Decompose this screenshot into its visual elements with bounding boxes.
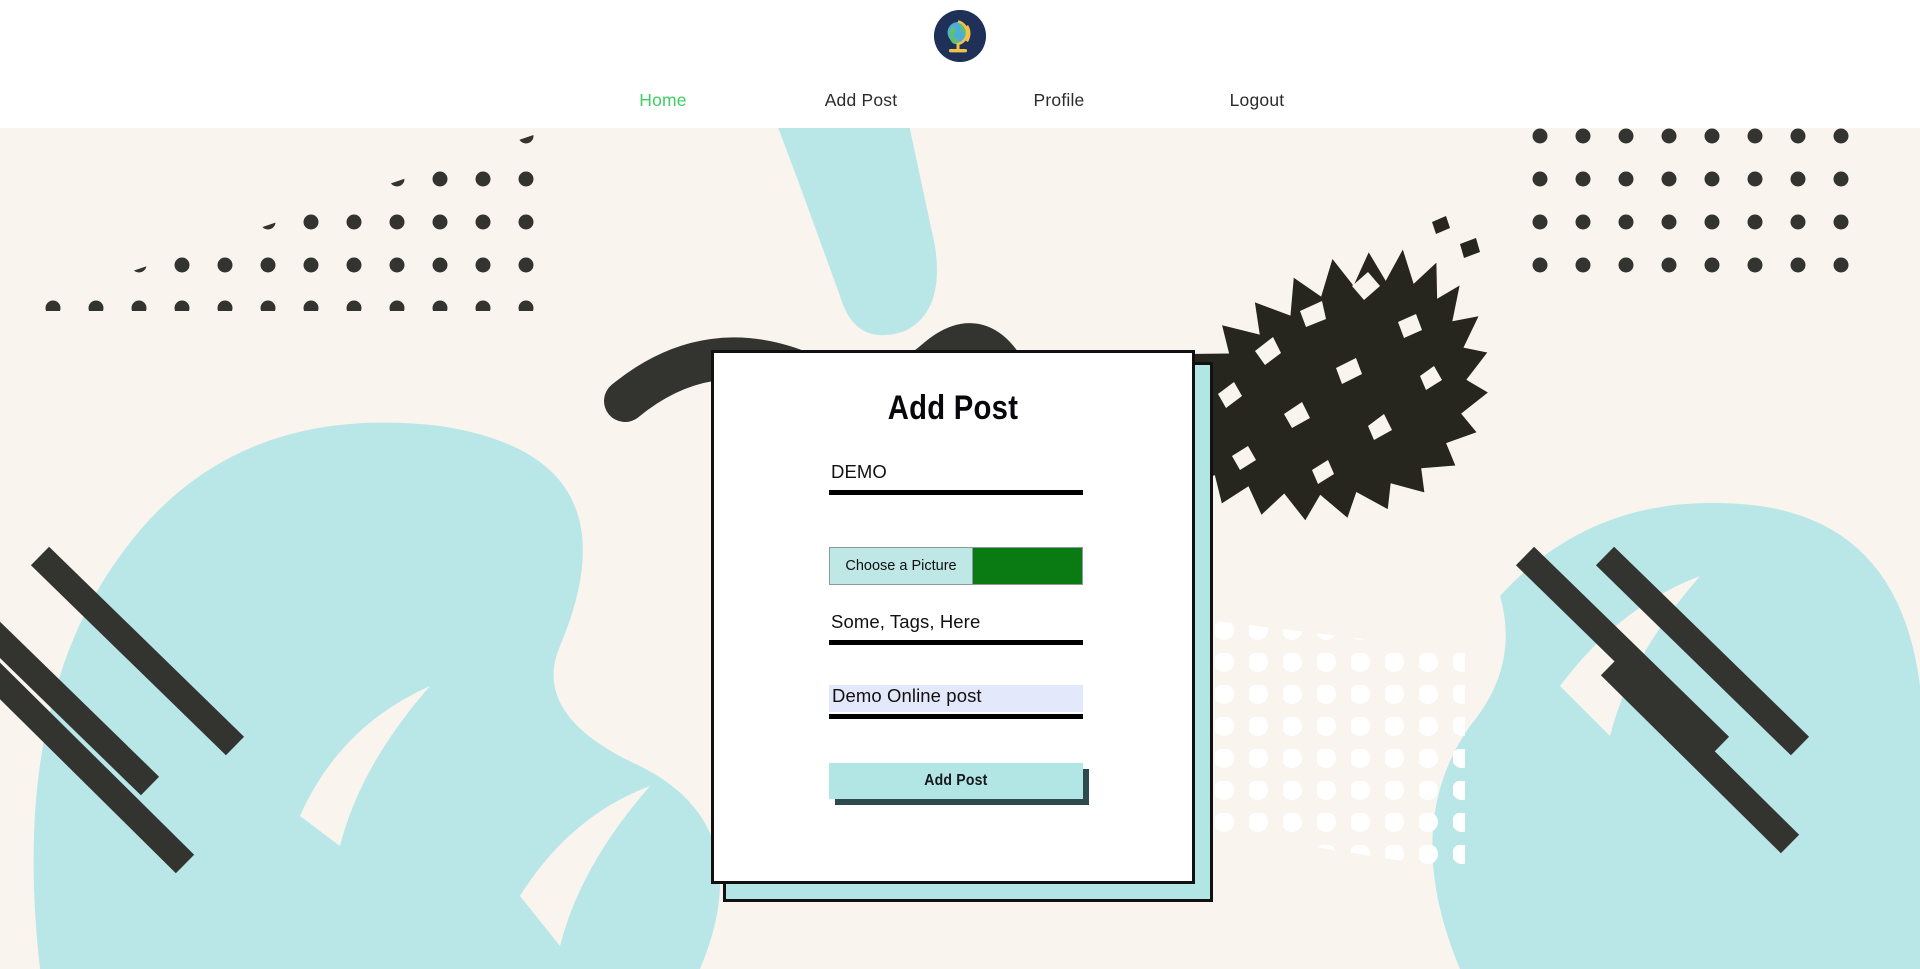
nav-link-add-post[interactable]: Add Post	[762, 90, 960, 111]
page-title: Add Post	[887, 389, 1019, 427]
page-root: Home Add Post Profile Logout Add Post Ch…	[0, 0, 1920, 969]
file-progress-fill	[973, 548, 1082, 584]
nav-link-logout[interactable]: Logout	[1158, 90, 1356, 111]
choose-picture-button[interactable]: Choose a Picture	[830, 548, 973, 584]
post-title-input[interactable]	[829, 461, 1083, 488]
picture-file-input[interactable]: Choose a Picture	[829, 547, 1083, 585]
main-navigation: Home Add Post Profile Logout	[0, 90, 1920, 111]
add-post-card: Add Post Choose a Picture	[711, 350, 1195, 884]
dot-pattern-top-right	[1530, 126, 1860, 296]
body-field-row	[829, 685, 1083, 719]
submit-button-wrap: Add Post	[829, 763, 1089, 805]
tags-field-underline	[829, 640, 1083, 645]
site-logo[interactable]	[934, 10, 986, 62]
globe-logo-icon	[934, 10, 986, 62]
add-post-card-area: Add Post Choose a Picture	[711, 350, 1213, 902]
nav-link-home[interactable]: Home	[564, 90, 762, 111]
nav-link-profile[interactable]: Profile	[960, 90, 1158, 111]
post-tags-input[interactable]	[829, 611, 1083, 638]
add-post-submit-label: Add Post	[924, 772, 988, 789]
tags-field-row	[829, 611, 1083, 645]
site-header: Home Add Post Profile Logout	[0, 0, 1920, 128]
add-post-submit-button[interactable]: Add Post	[829, 763, 1083, 799]
post-body-input[interactable]	[829, 685, 1083, 712]
title-field-row	[829, 461, 1083, 495]
add-post-form: Choose a Picture	[829, 461, 1089, 805]
title-field-underline	[829, 490, 1083, 495]
body-field-underline	[829, 714, 1083, 719]
